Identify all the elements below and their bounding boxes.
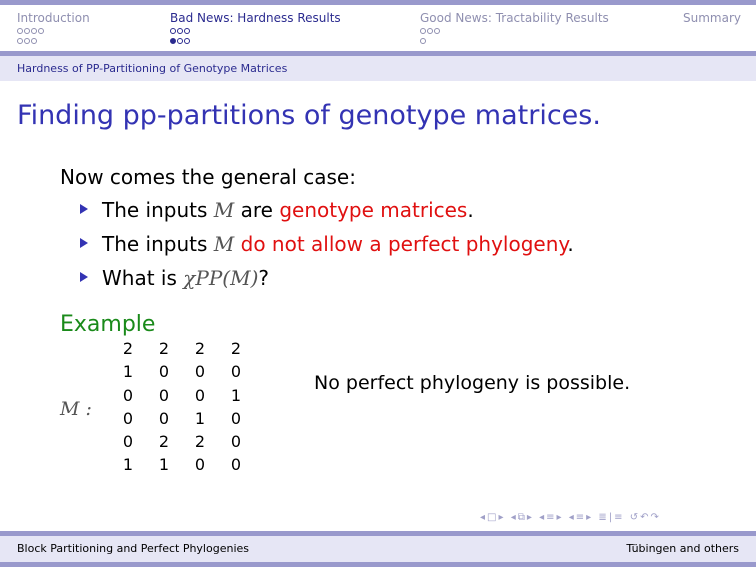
matrix-cell: 0 <box>158 385 170 405</box>
math-symbol: M <box>213 232 235 256</box>
bottom-band <box>0 562 756 567</box>
matrix-cell: 1 <box>194 408 206 428</box>
nav-prev-icon[interactable]: ◂ <box>480 512 487 523</box>
matrix-cell: 0 <box>230 408 242 428</box>
matrix-cell: 0 <box>194 385 206 405</box>
nav-section-introduction[interactable]: Introduction <box>17 11 90 25</box>
beamer-navigation-symbols[interactable]: ◂□▸ ◂⧉▸ ◂≡▸ ◂≡▸ ≣|≡ ↺↶↷ <box>480 512 661 523</box>
bullet-text: The inputs <box>102 232 214 256</box>
nav-document-icon[interactable]: ≣|≡ <box>598 512 624 523</box>
subsection-title: Hardness of PP-Partitioning of Genotype … <box>17 62 288 75</box>
frame-title: Finding pp-partitions of genotype matric… <box>17 100 601 131</box>
section-navigation: Introduction Bad News: Hardness Results … <box>0 5 756 51</box>
math-symbol: M <box>213 198 235 222</box>
matrix-row: 0 2 2 0 <box>110 432 254 455</box>
bullet-2: The inputs M do not allow a perfect phyl… <box>80 232 574 256</box>
nav-section-good-news[interactable]: Good News: Tractability Results <box>420 11 609 25</box>
nav-frame-icon[interactable]: □ <box>487 512 498 523</box>
matrix-row: 1 1 0 0 <box>110 455 254 478</box>
matrix-cell: 2 <box>194 432 206 452</box>
matrix-cell: 1 <box>158 455 170 475</box>
intro-text: Now comes the general case: <box>60 165 356 189</box>
bullet-text: What is <box>102 266 184 290</box>
matrix-cell: 1 <box>230 385 242 405</box>
bullet-text: . <box>467 198 474 222</box>
matrix-cell: 2 <box>230 339 242 358</box>
matrix-row: 1 0 0 0 <box>110 362 254 385</box>
matrix-cell: 0 <box>122 432 134 452</box>
nav-next-icon[interactable]: ▸ <box>557 512 564 523</box>
bullet-3: What is χPP(M)? <box>80 266 269 290</box>
nav-section-icon[interactable]: ≡ <box>576 512 586 523</box>
footer-title: Block Partitioning and Perfect Phylogeni… <box>17 542 249 555</box>
nav-section-bad-news[interactable]: Bad News: Hardness Results <box>170 11 341 25</box>
bullet-1: The inputs M are genotype matrices. <box>80 198 474 222</box>
matrix-cell: 0 <box>158 362 170 382</box>
nav-dots-bad-news[interactable] <box>170 28 191 46</box>
nav-prev-icon[interactable]: ◂ <box>511 512 518 523</box>
bullet-text: ? <box>258 266 269 290</box>
nav-prev-icon[interactable]: ◂ <box>569 512 576 523</box>
example-note: No perfect phylogeny is possible. <box>314 372 631 394</box>
highlight-text: do not allow a perfect phylogeny <box>240 232 568 256</box>
matrix-cell: 0 <box>158 408 170 428</box>
nav-section-summary[interactable]: Summary <box>683 11 741 25</box>
bullet-triangle-icon <box>80 238 88 248</box>
matrix-cell: 0 <box>230 455 242 475</box>
matrix-cell: 0 <box>194 455 206 475</box>
nav-next-icon[interactable]: ▸ <box>527 512 534 523</box>
matrix-row: 2 2 2 2 <box>110 339 254 362</box>
example-title: Example <box>60 312 156 337</box>
nav-dots-good-news[interactable] <box>420 28 441 46</box>
matrix-cell: 1 <box>122 455 134 475</box>
nav-next-icon[interactable]: ▸ <box>586 512 593 523</box>
matrix-label: M : <box>60 398 92 420</box>
matrix-cell: 0 <box>230 432 242 452</box>
matrix-cell: 0 <box>194 362 206 382</box>
bullet-text: . <box>567 232 574 256</box>
matrix-cell: 0 <box>122 408 134 428</box>
nav-next-icon[interactable]: ▸ <box>498 512 505 523</box>
matrix-cell: 1 <box>122 362 134 382</box>
matrix-cell: 0 <box>122 385 134 405</box>
bullet-triangle-icon <box>80 204 88 214</box>
bullet-text: The inputs <box>102 198 214 222</box>
matrix-cell: 2 <box>194 339 206 358</box>
bullet-text: are <box>234 198 280 222</box>
math-symbol: χPP(M) <box>183 266 259 290</box>
matrix-row: 0 0 1 0 <box>110 409 254 432</box>
nav-dots-introduction[interactable] <box>17 28 45 46</box>
nav-slides-icon[interactable]: ⧉ <box>518 512 527 523</box>
matrix-cell: 2 <box>158 339 170 358</box>
search-icon[interactable]: ↺↶↷ <box>630 512 661 523</box>
matrix-cell: 2 <box>158 432 170 452</box>
bullet-triangle-icon <box>80 272 88 282</box>
matrix-cell: 2 <box>122 339 134 358</box>
footer-authors: Tübingen and others <box>626 542 739 555</box>
matrix-row: 0 0 0 1 <box>110 386 254 409</box>
genotype-matrix: 2 2 2 2 1 0 0 0 0 0 0 1 0 0 1 0 0 2 2 0 1 1 0 0 <box>110 339 254 479</box>
highlight-text: genotype matrices <box>279 198 468 222</box>
matrix-cell: 0 <box>230 362 242 382</box>
nav-subsection-icon[interactable]: ≡ <box>546 512 556 523</box>
